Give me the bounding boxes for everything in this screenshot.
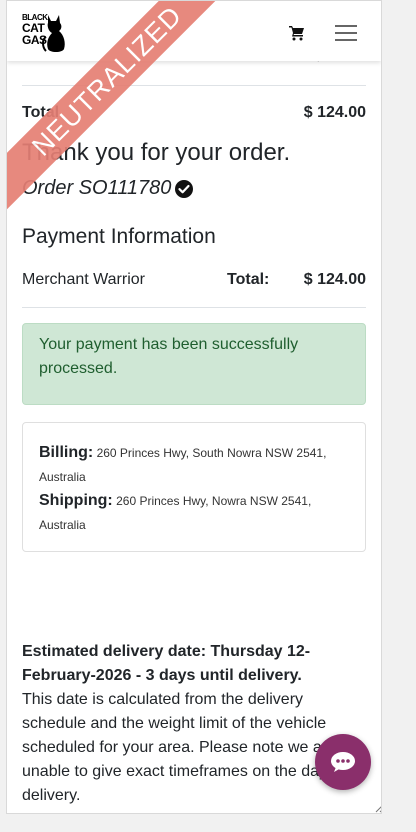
billing-address: Billing: 260 Princes Hwy, South Nowra NS… [39,441,349,489]
black-cat-gas-logo[interactable]: BLACK CAT GAS [22,13,66,53]
delivery-headline: Estimated delivery date: Thursday 12-Feb… [22,643,311,684]
payment-success-alert: Your payment has been successfully proce… [22,323,366,405]
shopping-cart-icon[interactable] [289,25,305,41]
order-number: Order SO111780 [22,177,172,199]
live-chat-button[interactable] [315,734,371,790]
browser-frame: Taxes $ 11.27 BLACK CAT GAS NEUTRALIZED [6,0,382,814]
billing-label: Billing: [39,444,94,461]
shipping-address: Shipping: 260 Princes Hwy, Nowra NSW 254… [39,489,349,537]
hamburger-menu-icon[interactable] [335,25,357,41]
delivery-body: This date is calculated from the deliver… [22,691,345,804]
payment-total-label: Total: [227,271,270,288]
cat-logo-icon [42,15,65,52]
payment-row: Merchant Warrior Total: $ 124.00 [22,263,366,308]
address-card: Billing: 260 Princes Hwy, South Nowra NS… [22,422,366,552]
payment-information-heading: Payment Information [22,225,216,248]
shipping-label: Shipping: [39,492,113,509]
resize-handle-icon[interactable] [374,801,382,813]
merchant-name: Merchant Warrior [22,271,145,288]
check-circle-icon [175,180,193,198]
payment-total-value: $ 124.00 [303,271,366,288]
total-value: $ 124.00 [303,104,366,121]
chat-bubble-icon [331,752,355,772]
delivery-estimate: Estimated delivery date: Thursday 12-Feb… [22,640,366,808]
